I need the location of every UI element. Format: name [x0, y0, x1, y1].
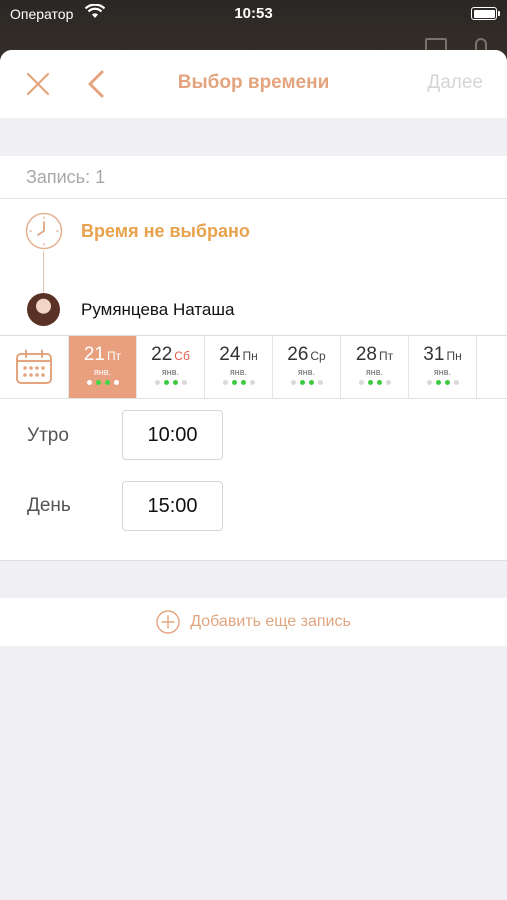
date-weekday: Пн [446, 349, 462, 363]
date-day: 31 [423, 344, 445, 365]
time-slots: Утро 10:00 День 15:00 [0, 399, 507, 561]
date-label: 24 Пн [205, 344, 272, 366]
clock-icon [25, 212, 63, 250]
status-bar: Оператор 10:53 [0, 0, 507, 28]
availability-dot [163, 380, 169, 385]
availability-dot [154, 380, 160, 385]
availability-dot [358, 380, 364, 385]
date-cell[interactable]: 22 Сб янв. [137, 336, 205, 398]
availability-dot [426, 380, 432, 385]
date-month: янв. [229, 367, 248, 377]
date-label: 26 Ср [273, 344, 340, 366]
time-slot-button[interactable]: 15:00 [122, 481, 223, 531]
availability-dot [222, 380, 228, 385]
availability-dot [104, 380, 110, 385]
availability-dots [273, 380, 340, 385]
time-slot-button[interactable]: 10:00 [122, 410, 223, 460]
date-picker: 21 Пт янв. 22 Сб янв. 24 Пн янв. 26 Ср янв. 28 Пт янв.… [0, 336, 507, 399]
availability-dots [341, 380, 408, 385]
battery-icon [471, 7, 500, 20]
date-weekday: Пт [107, 349, 122, 363]
date-day: 26 [287, 344, 309, 365]
date-cell[interactable]: 24 Пн янв. [205, 336, 273, 398]
date-weekday: Ср [310, 349, 326, 363]
date-cell[interactable]: 31 Пн янв. [409, 336, 477, 398]
date-month: янв. [297, 367, 316, 377]
availability-dot [172, 380, 178, 385]
calendar-icon [16, 349, 52, 384]
availability-dots [137, 380, 204, 385]
availability-dots [69, 380, 136, 385]
time-status: Время не выбрано [81, 221, 250, 241]
availability-dot [367, 380, 373, 385]
date-day: 24 [219, 344, 241, 365]
availability-dot [95, 380, 101, 385]
avatar [27, 293, 60, 326]
master-name[interactable]: Румянцева Наташа [81, 300, 234, 320]
date-label: 21 Пт [69, 344, 136, 366]
navigation-bar: Выбор времени Далее [0, 50, 507, 118]
record-header: Запись: 1 [0, 156, 507, 199]
date-day: 28 [355, 344, 377, 365]
slot-label-day: День [27, 495, 71, 516]
availability-dot [435, 380, 441, 385]
date-weekday: Пт [379, 349, 394, 363]
availability-dot [317, 380, 323, 385]
slot-label-morning: Утро [27, 425, 69, 446]
date-month: янв. [161, 367, 180, 377]
date-label: 28 Пт [341, 344, 408, 366]
date-cell[interactable]: 28 Пт янв. [341, 336, 409, 398]
availability-dot [299, 380, 305, 385]
availability-dot [308, 380, 314, 385]
availability-dot [240, 380, 246, 385]
availability-dot [453, 380, 459, 385]
add-record-label: Добавить еще запись [190, 613, 351, 630]
date-weekday: Пн [242, 349, 258, 363]
availability-dot [376, 380, 382, 385]
date-month: янв. [365, 367, 384, 377]
availability-dot [181, 380, 187, 385]
date-month: янв. [93, 367, 112, 377]
availability-dot [231, 380, 237, 385]
add-record-button[interactable]: Добавить еще запись [0, 598, 507, 646]
time-selection-sheet: Выбор времени Далее Запись: 1 Время не в… [0, 50, 507, 900]
date-day: 22 [151, 344, 173, 365]
date-month: янв. [433, 367, 452, 377]
availability-dots [409, 380, 476, 385]
record-details: Время не выбрано Румянцева Наташа [0, 199, 507, 336]
availability-dot [444, 380, 450, 385]
availability-dot [86, 380, 92, 385]
date-cell[interactable]: 21 Пт янв. [69, 336, 137, 398]
availability-dot [290, 380, 296, 385]
date-day: 21 [83, 344, 105, 365]
calendar-button[interactable] [0, 336, 69, 398]
date-label: 22 Сб [137, 344, 204, 366]
next-button[interactable]: Далее [427, 72, 483, 94]
plus-circle-icon [156, 610, 180, 634]
timeline-connector [43, 251, 44, 293]
date-label: 31 Пн [409, 344, 476, 366]
status-time: 10:53 [234, 5, 273, 22]
date-cell[interactable]: 26 Ср янв. [273, 336, 341, 398]
availability-dot [385, 380, 391, 385]
availability-dot [249, 380, 255, 385]
date-weekday: Сб [174, 349, 190, 363]
availability-dot [113, 380, 119, 385]
availability-dots [205, 380, 272, 385]
